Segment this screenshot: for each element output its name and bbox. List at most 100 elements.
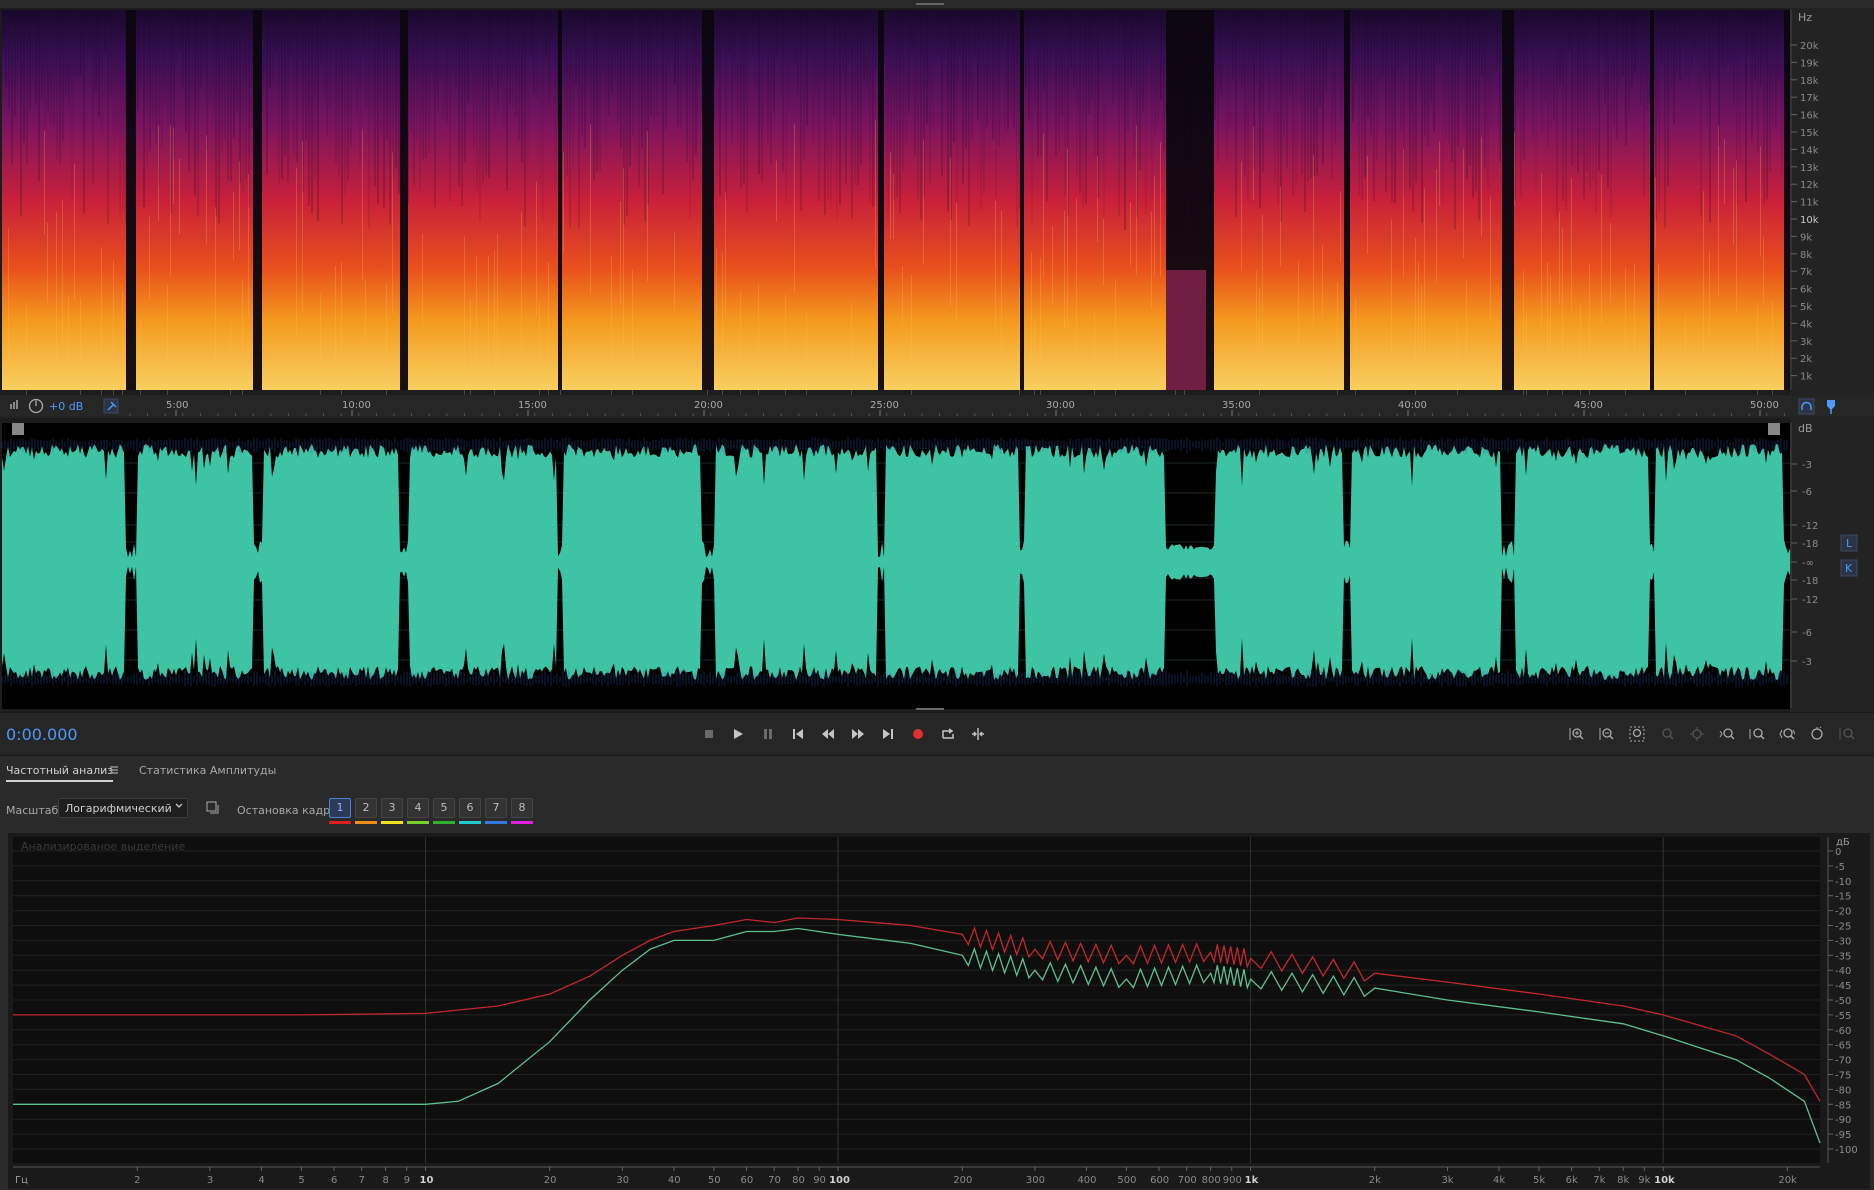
freq-tick-label: 5k bbox=[1800, 302, 1812, 313]
time-tick-label: 5:00 bbox=[166, 400, 188, 411]
zoom-to-selection-button bbox=[1654, 721, 1680, 747]
x-tick-label: 6k bbox=[1566, 1175, 1578, 1186]
zoom-reset-button[interactable] bbox=[1624, 721, 1650, 747]
y-tick-label: -95 bbox=[1835, 1130, 1851, 1141]
zoom-all-channels-icon bbox=[1839, 728, 1855, 740]
zoom-in-time-button[interactable] bbox=[1714, 721, 1740, 747]
transport-bar: 0:00.000 bbox=[0, 712, 1874, 754]
panel-menu-icon[interactable] bbox=[108, 764, 120, 776]
x-tick-label: 5 bbox=[298, 1175, 304, 1186]
freq-tick-label: 3k bbox=[1800, 337, 1812, 348]
y-tick-label: -65 bbox=[1835, 1041, 1851, 1052]
zoom-in-amplitude-icon bbox=[1569, 728, 1584, 740]
tab-amplitude-statistics[interactable]: Статистика Амплитуды bbox=[139, 764, 276, 777]
amp-tick-label: -3 bbox=[1802, 460, 1812, 471]
marker-icon[interactable] bbox=[1827, 400, 1835, 414]
loop-icon bbox=[942, 728, 954, 739]
x-tick-label: 700 bbox=[1178, 1175, 1197, 1186]
freq-tick-label: 9k bbox=[1800, 232, 1812, 243]
amp-tick-label: -6 bbox=[1802, 628, 1812, 639]
zoom-out-full-button[interactable] bbox=[1774, 721, 1800, 747]
app-window: Hz 20k 19k 18k 17k 16k 15k 14k 13k 12k 11k 10k 9k 8k 7… bbox=[0, 0, 1874, 1190]
freeze-frame-label: Остановка кадра: bbox=[237, 804, 341, 817]
headphones-icon[interactable] bbox=[1798, 398, 1815, 415]
timecode[interactable]: 0:00.000 bbox=[6, 725, 78, 744]
freeze-frame-button-2[interactable]: 2 bbox=[355, 798, 377, 818]
zoom-out-time-button[interactable] bbox=[1744, 721, 1770, 747]
x-tick-label: 80 bbox=[792, 1175, 805, 1186]
zoom-playhead-button[interactable] bbox=[1804, 721, 1830, 747]
go-to-end-button[interactable] bbox=[875, 721, 901, 747]
channel-left-badge[interactable]: L bbox=[1840, 534, 1858, 552]
x-tick-label: 5k bbox=[1533, 1175, 1545, 1186]
x-tick-label: 2 bbox=[134, 1175, 140, 1186]
freeze-frame-color-7 bbox=[485, 821, 507, 824]
record-icon bbox=[913, 729, 923, 739]
fast-forward-button[interactable] bbox=[845, 721, 871, 747]
x-tick-label: 400 bbox=[1077, 1175, 1096, 1186]
x-tick-label: 20 bbox=[544, 1175, 557, 1186]
x-tick-label: 70 bbox=[768, 1175, 781, 1186]
freeze-frame-button-8[interactable]: 8 bbox=[511, 798, 533, 818]
record-button[interactable] bbox=[905, 721, 931, 747]
y-tick-label: -75 bbox=[1835, 1071, 1851, 1082]
y-tick-label: -10 bbox=[1835, 877, 1851, 888]
time-tick-label: 25:00 bbox=[870, 400, 899, 411]
channel-right-badge[interactable]: K bbox=[1840, 559, 1858, 577]
freeze-frame-button-1[interactable]: 1 bbox=[329, 798, 351, 818]
copy-icon[interactable] bbox=[205, 800, 221, 816]
y-tick-label: -60 bbox=[1835, 1026, 1851, 1037]
freq-tick-label: 12k bbox=[1800, 180, 1819, 191]
freeze-frame-button-3[interactable]: 3 bbox=[381, 798, 403, 818]
x-tick-label: 2k bbox=[1369, 1175, 1381, 1186]
analysis-controls: Масштаб: Логарифмический Остановка кадра… bbox=[0, 788, 1874, 824]
fade-out-handle[interactable] bbox=[1768, 423, 1780, 435]
time-tick-label: 20:00 bbox=[694, 400, 723, 411]
freq-tick-label: 2k bbox=[1800, 354, 1812, 365]
skip-selection-icon bbox=[972, 728, 984, 740]
rewind-button[interactable] bbox=[815, 721, 841, 747]
waveform-display[interactable]: dB -3 -6 -12 -18 -∞ -18 -12 -6 -3 LK bbox=[0, 418, 1874, 712]
scale-dropdown[interactable]: Логарифмический bbox=[58, 798, 188, 818]
x-tick-label: 30 bbox=[616, 1175, 629, 1186]
freeze-frame-button-5[interactable]: 5 bbox=[433, 798, 455, 818]
y-tick-label: -70 bbox=[1835, 1056, 1851, 1067]
freeze-frame-button-6[interactable]: 6 bbox=[459, 798, 481, 818]
freeze-frame-button-7[interactable]: 7 bbox=[485, 798, 507, 818]
x-tick-label: 200 bbox=[953, 1175, 972, 1186]
freq-unit-label: Hz bbox=[1798, 11, 1812, 24]
loop-button[interactable] bbox=[935, 721, 961, 747]
fade-in-handle[interactable] bbox=[12, 423, 24, 435]
freq-tick-label: 11k bbox=[1800, 198, 1819, 209]
tab-frequency-analysis[interactable]: Частотный анализ bbox=[6, 764, 114, 782]
y-tick-label: -40 bbox=[1835, 966, 1851, 977]
zoom-to-selection-icon bbox=[1662, 728, 1674, 740]
x-tick-label: 500 bbox=[1117, 1175, 1136, 1186]
level-meter-icon[interactable] bbox=[10, 400, 18, 409]
stop-button[interactable] bbox=[696, 721, 722, 747]
frequency-analysis-graph[interactable]: Анализированое выделение дБ0-5-10-15-20-2… bbox=[8, 833, 1870, 1189]
x-tick-label: 8k bbox=[1617, 1175, 1629, 1186]
x-tick-label: 800 bbox=[1202, 1175, 1221, 1186]
play-button[interactable] bbox=[725, 721, 751, 747]
go-to-start-button[interactable] bbox=[785, 721, 811, 747]
x-tick-label: 1k bbox=[1245, 1175, 1259, 1186]
zoom-in-amplitude-button[interactable] bbox=[1564, 721, 1590, 747]
gain-knob-icon[interactable] bbox=[28, 398, 44, 414]
gain-value[interactable]: +0 dB bbox=[49, 400, 83, 413]
x-tick-label: 100 bbox=[829, 1175, 850, 1186]
pin-icon[interactable] bbox=[103, 398, 119, 414]
x-tick-label: 900 bbox=[1223, 1175, 1242, 1186]
x-tick-label: 10 bbox=[420, 1175, 434, 1186]
zoom-out-amplitude-button[interactable] bbox=[1594, 721, 1620, 747]
spectral-frequency-display[interactable]: Hz 20k 19k 18k 17k 16k 15k 14k 13k 12k 11k 10k 9k 8k 7… bbox=[0, 0, 1874, 395]
skip-forward-icon bbox=[883, 729, 893, 739]
zoom-all-channels-button bbox=[1834, 721, 1860, 747]
skip-selection-button[interactable] bbox=[965, 721, 991, 747]
freq-tick-label: 6k bbox=[1800, 285, 1812, 296]
stop-icon bbox=[705, 730, 713, 738]
y-tick-label: -100 bbox=[1835, 1145, 1858, 1156]
graph-selection-label: Анализированое выделение bbox=[21, 840, 185, 853]
freeze-frame-button-4[interactable]: 4 bbox=[407, 798, 429, 818]
pause-button[interactable] bbox=[755, 721, 781, 747]
